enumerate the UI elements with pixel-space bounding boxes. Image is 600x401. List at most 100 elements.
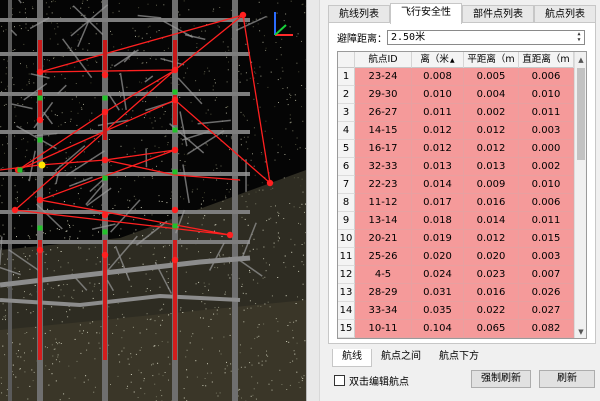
cell-vertical-distance[interactable]: 0.026 — [519, 284, 574, 302]
cell-vertical-distance[interactable]: 0.027 — [519, 302, 574, 320]
spin-down-icon[interactable]: ▼ — [577, 37, 580, 43]
table-row[interactable]: 3 26-27 0.011 0.002 0.011 — [338, 104, 574, 122]
tab-component-points[interactable]: 部件点列表 — [462, 5, 534, 23]
cell-distance[interactable]: 0.019 — [412, 230, 464, 248]
cell-distance[interactable]: 0.010 — [412, 86, 464, 104]
cell-waypoint-id[interactable]: 11-12 — [355, 194, 412, 212]
refresh-button[interactable]: 刷新 — [539, 370, 595, 388]
table-row[interactable]: 8 11-12 0.017 0.016 0.006 — [338, 194, 574, 212]
cell-vertical-distance[interactable]: 0.010 — [519, 176, 574, 194]
cell-distance[interactable]: 0.014 — [412, 176, 464, 194]
table-row[interactable]: 11 25-26 0.020 0.020 0.003 — [338, 248, 574, 266]
cell-row-number[interactable]: 12 — [338, 266, 355, 284]
cell-row-number[interactable]: 15 — [338, 320, 355, 338]
cell-waypoint-id[interactable]: 28-29 — [355, 284, 412, 302]
distance-spinbox[interactable]: 2.50米 ▲ ▼ — [387, 29, 585, 45]
cell-distance[interactable]: 0.011 — [412, 104, 464, 122]
cell-vertical-distance[interactable]: 0.000 — [519, 140, 574, 158]
cell-distance[interactable]: 0.104 — [412, 320, 464, 338]
table-row[interactable]: 13 28-29 0.031 0.016 0.026 — [338, 284, 574, 302]
header-horizontal-distance[interactable]: 平距离（m — [464, 52, 519, 68]
panel-splitter[interactable] — [306, 0, 320, 401]
cell-row-number[interactable]: 8 — [338, 194, 355, 212]
cell-horizontal-distance[interactable]: 0.022 — [464, 302, 519, 320]
cell-distance[interactable]: 0.013 — [412, 158, 464, 176]
table-row[interactable]: 5 16-17 0.012 0.012 0.000 — [338, 140, 574, 158]
table-row[interactable]: 6 32-33 0.013 0.013 0.002 — [338, 158, 574, 176]
tab-waypoint-list[interactable]: 航点列表 — [534, 5, 596, 23]
cell-row-number[interactable]: 13 — [338, 284, 355, 302]
cell-waypoint-id[interactable]: 29-30 — [355, 86, 412, 104]
cell-distance[interactable]: 0.020 — [412, 248, 464, 266]
scroll-thumb[interactable] — [577, 68, 585, 160]
cell-horizontal-distance[interactable]: 0.014 — [464, 212, 519, 230]
safety-table[interactable]: 航点ID 离（米▲ 平距离（m 直距离（m 1 23-24 0.008 0.005 0.… — [337, 51, 587, 339]
cell-vertical-distance[interactable]: 0.011 — [519, 212, 574, 230]
point-cloud-viewport[interactable] — [0, 0, 306, 401]
table-row[interactable]: 14 33-34 0.035 0.022 0.027 — [338, 302, 574, 320]
cell-vertical-distance[interactable]: 0.010 — [519, 86, 574, 104]
cell-waypoint-id[interactable]: 10-11 — [355, 320, 412, 338]
tab-flight-safety[interactable]: 飞行安全性 — [390, 3, 462, 24]
cell-distance[interactable]: 0.012 — [412, 122, 464, 140]
scroll-up-icon[interactable]: ▲ — [575, 54, 586, 66]
cell-row-number[interactable]: 7 — [338, 176, 355, 194]
cell-waypoint-id[interactable]: 33-34 — [355, 302, 412, 320]
cell-horizontal-distance[interactable]: 0.005 — [464, 68, 519, 86]
cell-row-number[interactable]: 3 — [338, 104, 355, 122]
cell-horizontal-distance[interactable]: 0.016 — [464, 284, 519, 302]
cell-row-number[interactable]: 10 — [338, 230, 355, 248]
cell-vertical-distance[interactable]: 0.003 — [519, 248, 574, 266]
cell-distance[interactable]: 0.035 — [412, 302, 464, 320]
table-row[interactable]: 12 4-5 0.024 0.023 0.007 — [338, 266, 574, 284]
cell-row-number[interactable]: 9 — [338, 212, 355, 230]
scroll-down-icon[interactable]: ▼ — [575, 326, 586, 338]
table-row[interactable]: 2 29-30 0.010 0.004 0.010 — [338, 86, 574, 104]
cell-distance[interactable]: 0.024 — [412, 266, 464, 284]
cell-horizontal-distance[interactable]: 0.012 — [464, 122, 519, 140]
cell-horizontal-distance[interactable]: 0.020 — [464, 248, 519, 266]
force-refresh-button[interactable]: 强制刷新 — [471, 370, 531, 388]
cell-row-number[interactable]: 14 — [338, 302, 355, 320]
table-row[interactable]: 9 13-14 0.018 0.014 0.011 — [338, 212, 574, 230]
cell-waypoint-id[interactable]: 25-26 — [355, 248, 412, 266]
cell-horizontal-distance[interactable]: 0.023 — [464, 266, 519, 284]
cell-row-number[interactable]: 11 — [338, 248, 355, 266]
table-row[interactable]: 4 14-15 0.012 0.012 0.003 — [338, 122, 574, 140]
cell-horizontal-distance[interactable]: 0.012 — [464, 140, 519, 158]
cell-vertical-distance[interactable]: 0.003 — [519, 122, 574, 140]
cell-row-number[interactable]: 5 — [338, 140, 355, 158]
cell-vertical-distance[interactable]: 0.006 — [519, 68, 574, 86]
subtab-below-waypoints[interactable]: 航点下方 — [430, 349, 488, 365]
subtab-between-waypoints[interactable]: 航点之间 — [372, 349, 430, 365]
cell-waypoint-id[interactable]: 26-27 — [355, 104, 412, 122]
double-click-edit-checkbox[interactable] — [334, 375, 345, 386]
double-click-edit-option[interactable]: 双击编辑航点 — [334, 373, 409, 388]
table-scrollbar[interactable]: ▲ ▼ — [574, 52, 586, 338]
cell-vertical-distance[interactable]: 0.002 — [519, 158, 574, 176]
cell-vertical-distance[interactable]: 0.007 — [519, 266, 574, 284]
table-row[interactable]: 7 22-23 0.014 0.009 0.010 — [338, 176, 574, 194]
cell-horizontal-distance[interactable]: 0.065 — [464, 320, 519, 338]
cell-horizontal-distance[interactable]: 0.009 — [464, 176, 519, 194]
cell-row-number[interactable]: 4 — [338, 122, 355, 140]
cell-waypoint-id[interactable]: 32-33 — [355, 158, 412, 176]
cell-horizontal-distance[interactable]: 0.016 — [464, 194, 519, 212]
cell-distance[interactable]: 0.018 — [412, 212, 464, 230]
cell-horizontal-distance[interactable]: 0.002 — [464, 104, 519, 122]
cell-vertical-distance[interactable]: 0.082 — [519, 320, 574, 338]
cell-horizontal-distance[interactable]: 0.013 — [464, 158, 519, 176]
cell-horizontal-distance[interactable]: 0.004 — [464, 86, 519, 104]
cell-row-number[interactable]: 6 — [338, 158, 355, 176]
cell-row-number[interactable]: 1 — [338, 68, 355, 86]
spin-buttons[interactable]: ▲ ▼ — [574, 31, 584, 44]
cell-horizontal-distance[interactable]: 0.012 — [464, 230, 519, 248]
header-distance[interactable]: 离（米▲ — [412, 52, 464, 68]
cell-distance[interactable]: 0.012 — [412, 140, 464, 158]
cell-waypoint-id[interactable]: 23-24 — [355, 68, 412, 86]
tab-route-list[interactable]: 航线列表 — [328, 5, 390, 23]
cell-waypoint-id[interactable]: 20-21 — [355, 230, 412, 248]
cell-row-number[interactable]: 2 — [338, 86, 355, 104]
cell-waypoint-id[interactable]: 13-14 — [355, 212, 412, 230]
header-corner[interactable] — [338, 52, 355, 68]
